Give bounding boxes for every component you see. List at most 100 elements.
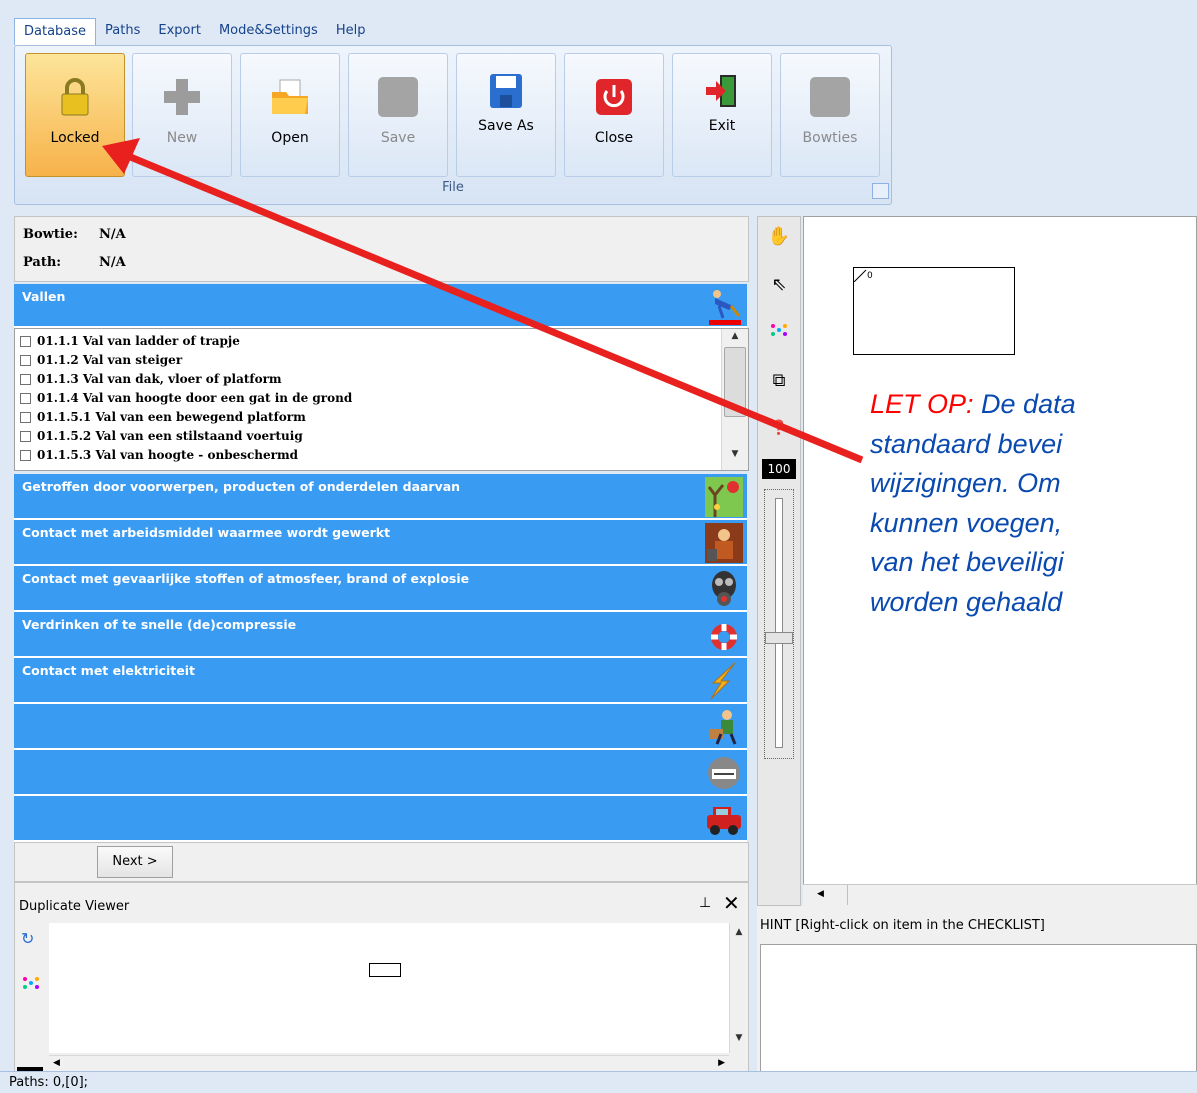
hand-pan-icon[interactable]: ✋ (766, 223, 792, 249)
gas-mask-icon (705, 569, 743, 609)
scroll-thumb[interactable] (724, 347, 746, 417)
next-button[interactable]: Next > (97, 846, 173, 878)
pin-icon[interactable]: ⊥ (699, 895, 711, 911)
category-vallen[interactable]: Vallen (14, 284, 747, 328)
falling-objects-icon (705, 477, 743, 517)
close-label: Close (594, 130, 634, 146)
bowties-label: Bowties (802, 130, 858, 146)
exit-button[interactable]: Exit (672, 53, 772, 177)
category-gevaarlijke-stoffen[interactable]: Contact met gevaarlijke stoffen of atmos… (14, 566, 747, 612)
tab-help[interactable]: Help (327, 18, 375, 45)
tab-paths[interactable]: Paths (96, 18, 149, 45)
navigation-row: Next > (14, 842, 749, 882)
checkbox[interactable] (20, 373, 31, 385)
notice-line: wijzigingen. Om (870, 468, 1061, 498)
category-elektriciteit[interactable]: Contact met elektriciteit (14, 658, 747, 704)
save-as-label: Save As (478, 118, 534, 134)
checklist-item[interactable]: 01.1.5.3 Val van hoogte - onbeschermd (20, 448, 298, 462)
scroll-divider (847, 885, 848, 905)
duplicate-vscroll[interactable]: ▲ ▼ (729, 923, 748, 1053)
checklist-item[interactable]: 01.1.3 Val van dak, vloer of platform (20, 372, 282, 386)
diagram-node[interactable]: 0 (853, 267, 1015, 355)
bowties-button[interactable]: Bowties (780, 53, 880, 177)
floppy-disk-icon (483, 68, 529, 114)
duplicate-viewer: Duplicate Viewer ⊥ ✕ ↻ 20 ▲ ▼ ◀ ▶ (14, 882, 749, 1092)
save-button[interactable]: Save (348, 53, 448, 177)
notice-line-1: LET OP: De data (870, 385, 1197, 425)
zoom-slider[interactable] (764, 489, 794, 759)
tab-database[interactable]: Database (14, 18, 97, 45)
close-button[interactable]: Close (564, 53, 664, 177)
folder-open-icon (267, 74, 313, 120)
scroll-up-icon[interactable]: ▲ (730, 927, 748, 943)
checkbox[interactable] (20, 449, 31, 461)
status-text: Paths: 0,[0]; (9, 1075, 89, 1090)
help-icon[interactable]: ❓ (766, 415, 792, 441)
lightning-icon (705, 661, 743, 701)
notice-line: kunnen voegen, (870, 507, 1063, 538)
locked-label: Locked (50, 130, 100, 146)
category-getroffen[interactable]: Getroffen door voorwerpen, producten of … (14, 474, 747, 520)
scroll-left-icon[interactable]: ◀ (53, 1058, 60, 1068)
category-verdrinken[interactable]: Verdrinken of te snelle (de)compressie (14, 612, 747, 658)
checklist-label: 01.1.2 Val van steiger (37, 353, 183, 367)
tab-mode-settings[interactable]: Mode&Settings (210, 18, 327, 45)
notice-line: worden gehaald (870, 586, 1063, 617)
scroll-down-icon[interactable]: ▼ (722, 449, 748, 465)
category-empty-1[interactable] (14, 704, 747, 750)
category-title: Vallen (22, 289, 66, 304)
category-empty-3[interactable] (14, 796, 747, 842)
hint-body (760, 944, 1197, 1086)
scroll-down-icon[interactable]: ▼ (730, 1033, 748, 1049)
duplicate-viewer-title: Duplicate Viewer (19, 899, 130, 914)
duplicate-canvas[interactable] (49, 923, 729, 1053)
refresh-icon[interactable]: ↻ (21, 929, 43, 951)
zoom-level: 100 (762, 459, 796, 479)
scroll-up-icon[interactable]: ▲ (722, 331, 748, 347)
lifebuoy-icon (705, 615, 743, 655)
checklist-item[interactable]: 01.1.5.2 Val van een stilstaand voertuig (20, 429, 303, 443)
color-scatter-icon[interactable] (21, 975, 43, 997)
category-title: Contact met gevaarlijke stoffen of atmos… (22, 571, 470, 586)
new-label: New (166, 130, 198, 146)
checkbox[interactable] (20, 335, 31, 347)
bowtie-key: Bowtie: (23, 227, 78, 242)
checklist-item[interactable]: 01.1.2 Val van steiger (20, 353, 182, 367)
scroll-left-icon[interactable]: ◀ (817, 889, 824, 899)
scroll-right-icon[interactable]: ▶ (718, 1058, 725, 1068)
checkbox[interactable] (20, 392, 31, 404)
copy-icon[interactable]: ⧉ (766, 367, 792, 393)
open-label: Open (271, 130, 309, 146)
checklist-label: 01.1.4 Val van hoogte door een gat in de… (37, 391, 353, 405)
mini-node (369, 963, 401, 977)
seated-person-icon (705, 707, 743, 747)
checklist-item[interactable]: 01.1.4 Val van hoogte door een gat in de… (20, 391, 352, 405)
checklist-item[interactable]: 01.1.1 Val van ladder of trapje (20, 334, 240, 348)
canvas-toolstrip: ✋ ⇖ ⧉ ❓ 100 (757, 216, 801, 906)
blank-icon (375, 74, 421, 120)
category-arbeidsmiddel[interactable]: Contact met arbeidsmiddel waarmee wordt … (14, 520, 747, 566)
checklist-scrollbar[interactable]: ▲ ▼ (721, 329, 748, 470)
exit-label: Exit (708, 118, 736, 134)
hint-title: HINT [Right-click on item in the CHECKLI… (760, 918, 1045, 933)
tab-export[interactable]: Export (149, 18, 210, 45)
zoom-thumb[interactable] (765, 632, 793, 644)
helmet-face-icon (705, 753, 743, 793)
checklist-item[interactable]: 01.1.5.1 Val van een bewegend platform (20, 410, 306, 424)
checkbox[interactable] (20, 430, 31, 442)
checklist: 01.1.1 Val van ladder of trapje 01.1.2 V… (14, 328, 749, 471)
save-as-button[interactable]: Save As (456, 53, 556, 177)
category-title: Contact met arbeidsmiddel waarmee wordt … (22, 525, 391, 540)
color-scatter-icon[interactable] (766, 317, 792, 343)
zoom-rail (775, 498, 783, 748)
checkbox[interactable] (20, 411, 31, 423)
checkbox[interactable] (20, 354, 31, 366)
new-button[interactable]: New (132, 53, 232, 177)
close-icon[interactable]: ✕ (723, 891, 740, 915)
group-launcher-button[interactable] (872, 183, 889, 199)
open-button[interactable]: Open (240, 53, 340, 177)
locked-button[interactable]: Locked (25, 53, 125, 177)
category-empty-2[interactable] (14, 750, 747, 796)
pointer-select-icon[interactable]: ⇖ (766, 271, 792, 297)
canvas-hscroll[interactable]: ◀ (803, 884, 1197, 906)
